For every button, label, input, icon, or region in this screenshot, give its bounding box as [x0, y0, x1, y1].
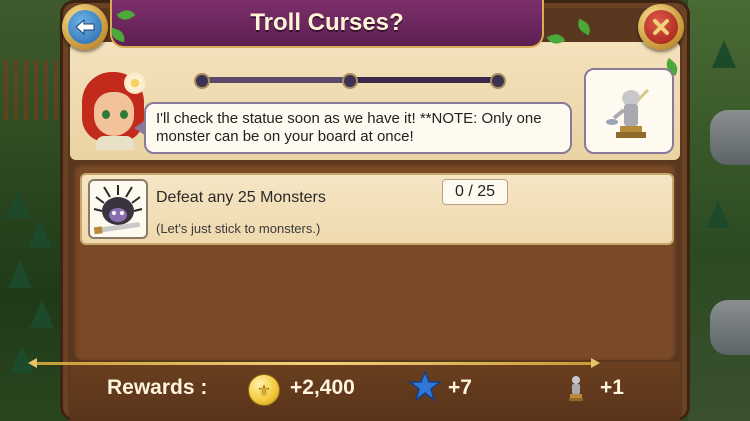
statue-preview [584, 68, 674, 154]
page-title: Troll Curses? [250, 9, 404, 36]
speech-bubble: I'll check the statue soon as we have it… [134, 102, 572, 154]
title-banner: Troll Curses? [110, 0, 544, 48]
flower-icon [124, 72, 146, 94]
tree [28, 220, 52, 248]
progress-node [342, 73, 358, 89]
tree [30, 300, 54, 328]
task-progress: 0 / 25 [442, 179, 508, 205]
tree [6, 190, 30, 218]
reward-stars: +7 [448, 376, 472, 399]
avatar-collar [96, 136, 134, 150]
task-subtitle: (Let's just stick to monsters.) [156, 221, 321, 236]
fence [4, 60, 62, 120]
dialog-text: I'll check the statue soon as we have it… [156, 110, 542, 145]
background-forest-right [688, 0, 750, 421]
rock [710, 300, 750, 355]
statue-icon [569, 376, 583, 401]
close-button[interactable] [638, 4, 684, 50]
divider [28, 358, 600, 368]
tree [706, 200, 730, 228]
tree [712, 40, 736, 68]
avatar-eye [120, 110, 128, 119]
task-title: Defeat any 25 Monsters [156, 189, 326, 206]
progress-node [490, 73, 506, 89]
close-x-icon [644, 10, 678, 44]
quest-progress-fill [198, 77, 348, 83]
fleur-de-lis-coin-icon: ⚜ [248, 374, 280, 406]
avatar-eye [102, 110, 110, 119]
quest-progress-track [194, 73, 506, 89]
porcupine-monster-icon [93, 185, 143, 235]
rock [710, 110, 750, 165]
statue-icon [606, 88, 650, 138]
tree [8, 260, 32, 288]
blue-star-icon [408, 370, 442, 402]
reward-items: +1 [600, 376, 624, 399]
task-icon-box [88, 179, 148, 239]
back-arrow-icon [68, 10, 102, 44]
back-button[interactable] [62, 4, 108, 50]
list-item[interactable]: Defeat any 25 Monsters (Let's just stick… [80, 173, 674, 245]
rewards-label: Rewards : [107, 376, 208, 399]
progress-node [194, 73, 210, 89]
avatar-face [94, 92, 134, 136]
reward-coins: +2,400 [290, 376, 355, 399]
